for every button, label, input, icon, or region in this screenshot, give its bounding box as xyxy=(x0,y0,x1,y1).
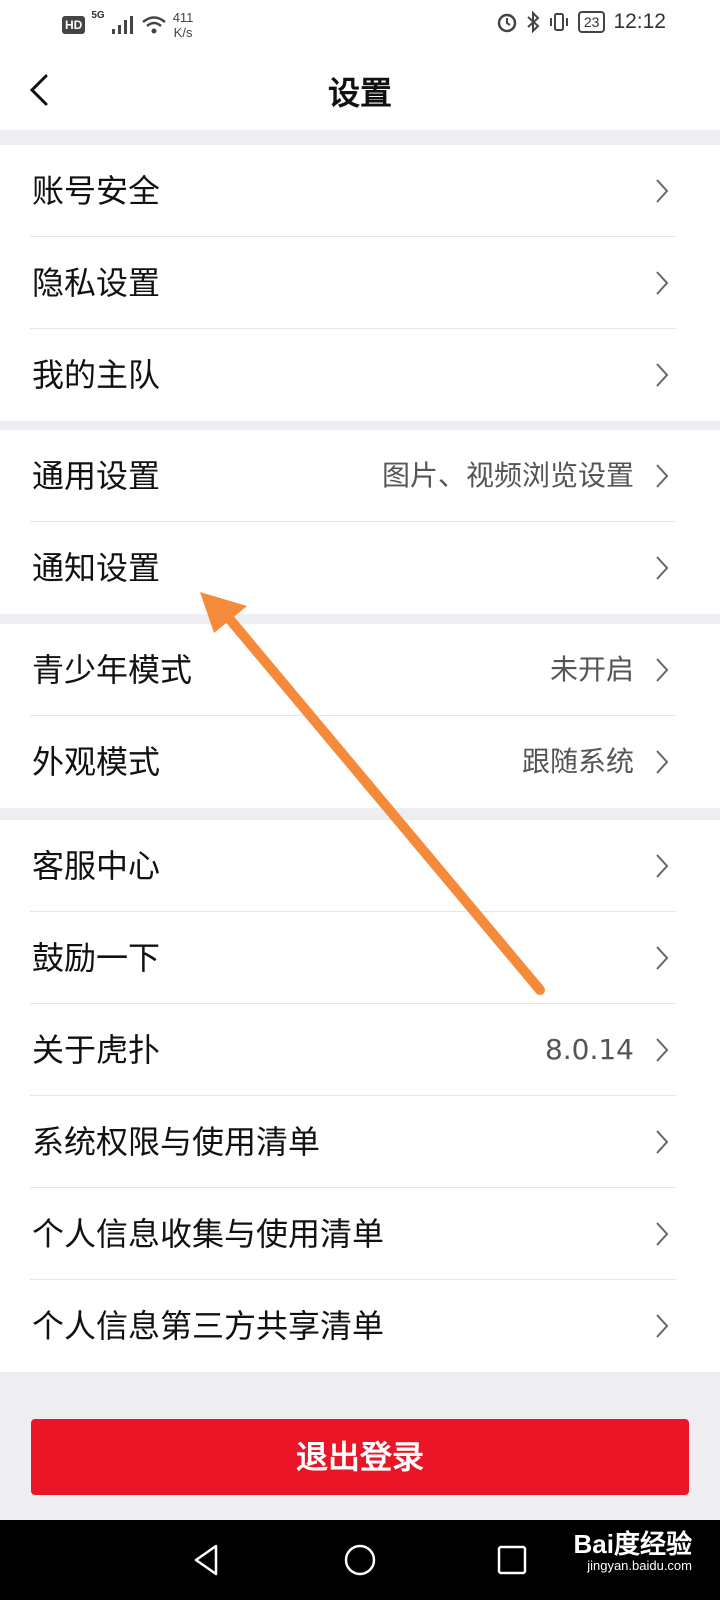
battery-indicator: 23 xyxy=(577,11,606,33)
signal-icon xyxy=(111,16,133,34)
row-encourage[interactable]: 鼓励一下 xyxy=(0,912,720,1004)
row-value: 未开启 xyxy=(549,653,634,686)
row-system-permissions[interactable]: 系统权限与使用清单 xyxy=(0,1096,720,1188)
wifi-icon xyxy=(141,16,166,34)
net-speed-unit: K/s xyxy=(173,25,193,40)
row-label: 账号安全 xyxy=(32,172,161,210)
row-privacy-settings[interactable]: 隐私设置 xyxy=(0,237,720,329)
watermark-brand: Bai度经验 xyxy=(573,1529,692,1559)
chevron-right-icon xyxy=(656,363,669,387)
row-notification-settings[interactable]: 通知设置 xyxy=(0,522,720,614)
row-third-party-sharing[interactable]: 个人信息第三方共享清单 xyxy=(0,1280,720,1372)
row-label: 个人信息收集与使用清单 xyxy=(32,1215,385,1253)
row-label: 我的主队 xyxy=(32,356,161,394)
row-label: 鼓励一下 xyxy=(32,939,161,977)
settings-group-account: 账号安全 隐私设置 我的主队 xyxy=(0,145,720,421)
row-label: 青少年模式 xyxy=(32,651,193,689)
row-my-home-team[interactable]: 我的主队 xyxy=(0,329,720,421)
chevron-right-icon xyxy=(656,1130,669,1154)
row-label: 通知设置 xyxy=(32,549,161,587)
network-type: 5G xyxy=(91,10,105,21)
chevron-right-icon xyxy=(656,750,669,774)
row-label: 个人信息第三方共享清单 xyxy=(32,1307,385,1345)
row-personal-info-collection[interactable]: 个人信息收集与使用清单 xyxy=(0,1188,720,1280)
row-label: 隐私设置 xyxy=(32,264,161,302)
alarm-icon xyxy=(497,13,517,33)
home-circle-icon[interactable] xyxy=(340,1540,380,1580)
chevron-right-icon xyxy=(656,464,669,488)
chevron-right-icon xyxy=(656,658,669,682)
chevron-right-icon xyxy=(656,946,669,970)
back-triangle-icon[interactable] xyxy=(186,1540,226,1580)
logout-button[interactable]: 退出登录 xyxy=(31,1419,689,1495)
status-bar: HD 5G 411 K/s 23 12:12 xyxy=(0,0,720,50)
net-speed: 411 K/s xyxy=(173,10,194,40)
settings-group-general: 通用设置 图片、视频浏览设置 通知设置 xyxy=(0,430,720,614)
row-label: 系统权限与使用清单 xyxy=(32,1123,321,1161)
chevron-right-icon xyxy=(656,179,669,203)
status-left: HD 5G 411 K/s xyxy=(62,10,193,40)
system-nav-bar: Bai度经验 jingyan.baidu.com xyxy=(0,1520,720,1600)
hd-badge: HD xyxy=(62,16,86,34)
chevron-right-icon xyxy=(656,1314,669,1338)
watermark-url: jingyan.baidu.com xyxy=(587,1558,692,1573)
chevron-right-icon xyxy=(656,1222,669,1246)
row-account-security[interactable]: 账号安全 xyxy=(0,145,720,237)
status-right: 23 12:12 xyxy=(496,10,666,34)
chevron-right-icon xyxy=(656,556,669,580)
chevron-right-icon xyxy=(656,1038,669,1062)
watermark: Bai度经验 jingyan.baidu.com xyxy=(574,1530,692,1574)
chevron-right-icon xyxy=(656,271,669,295)
recents-square-icon[interactable] xyxy=(492,1540,532,1580)
vibrate-icon xyxy=(549,13,568,31)
net-speed-value: 411 xyxy=(172,10,194,25)
bluetooth-icon xyxy=(527,11,540,33)
row-label: 外观模式 xyxy=(32,743,161,781)
row-value: 图片、视频浏览设置 xyxy=(381,459,634,492)
row-label: 关于虎扑 xyxy=(32,1031,161,1069)
row-youth-mode[interactable]: 青少年模式 未开启 xyxy=(0,624,720,716)
top-bar: 设置 xyxy=(0,50,720,130)
row-label: 通用设置 xyxy=(32,457,161,495)
settings-group-about: 客服中心 鼓励一下 关于虎扑 8.0.14 系统权限与使用清单 个人信息收集与使… xyxy=(0,820,720,1372)
settings-group-mode: 青少年模式 未开启 外观模式 跟随系统 xyxy=(0,624,720,808)
row-value: 跟随系统 xyxy=(521,745,634,778)
chevron-right-icon xyxy=(656,854,669,878)
row-appearance-mode[interactable]: 外观模式 跟随系统 xyxy=(0,716,720,808)
app-version: 8.0.14 xyxy=(544,1033,634,1066)
page-title: 设置 xyxy=(327,74,392,112)
row-customer-service[interactable]: 客服中心 xyxy=(0,820,720,912)
row-general-settings[interactable]: 通用设置 图片、视频浏览设置 xyxy=(0,430,720,522)
row-about[interactable]: 关于虎扑 8.0.14 xyxy=(0,1004,720,1096)
clock: 12:12 xyxy=(613,10,666,33)
row-label: 客服中心 xyxy=(32,847,161,885)
